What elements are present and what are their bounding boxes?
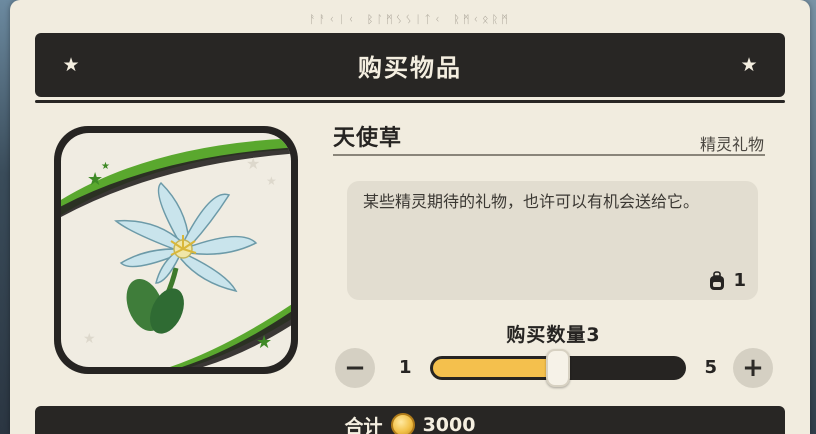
svg-text:★: ★: [256, 332, 272, 353]
svg-text:★: ★: [83, 331, 96, 347]
quantity-min: 1: [399, 357, 412, 378]
total-label: 合计: [344, 415, 383, 434]
item-image-card: ★ ★ ★ ★ ★ ★: [54, 126, 298, 374]
total-bar[interactable]: 合计 3000: [35, 406, 785, 434]
gold-coin-icon: [390, 413, 415, 434]
header-bar: ★ 购买物品 ★: [35, 33, 785, 97]
total-content: 合计 3000: [344, 413, 476, 434]
item-image-frame: ★ ★ ★ ★ ★ ★: [61, 133, 291, 367]
svg-text:★: ★: [246, 154, 260, 173]
item-name: 天使草: [333, 126, 403, 151]
star-icon: ★: [62, 54, 80, 76]
svg-text:★: ★: [101, 161, 110, 172]
purchase-dialog: ᚨᚨᚲᛁᚲ ᛒᛚᛗᛊᛊᛁᛏᚲ ᚱᛗᚲᛟᚱᛗ ★ 购买物品 ★ ★ ★ ★ ★ ★: [10, 0, 810, 434]
quantity-label: 购买数量3: [506, 324, 601, 346]
quantity-selector: − 1 5 +: [333, 345, 775, 391]
backpack-icon: [710, 270, 725, 290]
slider-fill: [433, 359, 558, 377]
quantity-max: 5: [704, 357, 717, 378]
total-value: 3000: [422, 414, 476, 434]
owned-count: 1: [733, 270, 746, 291]
quantity-slider[interactable]: [430, 349, 686, 387]
increase-quantity-button[interactable]: +: [733, 348, 773, 388]
name-divider: [333, 154, 765, 156]
owned-count-group: 1: [707, 270, 746, 291]
dialog-title: 购买物品: [358, 53, 462, 82]
white-lily-flower-icon: ★ ★ ★ ★ ★ ★: [61, 138, 291, 367]
rune-subtitle: ᚨᚨᚲᛁᚲ ᛒᛚᛗᛊᛊᛁᛏᚲ ᚱᛗᚲᛟᚱᛗ: [309, 13, 511, 26]
item-description: 某些精灵期待的礼物，也许可以有机会送给它。: [363, 192, 700, 211]
item-category: 精灵礼物: [699, 135, 764, 154]
svg-text:★: ★: [87, 169, 103, 190]
svg-text:★: ★: [266, 174, 277, 188]
star-icon: ★: [740, 54, 758, 76]
slider-thumb[interactable]: [546, 349, 570, 387]
description-box: 某些精灵期待的礼物，也许可以有机会送给它。 1: [347, 181, 758, 300]
decrease-quantity-button[interactable]: −: [335, 348, 375, 388]
header-divider: [35, 100, 785, 103]
